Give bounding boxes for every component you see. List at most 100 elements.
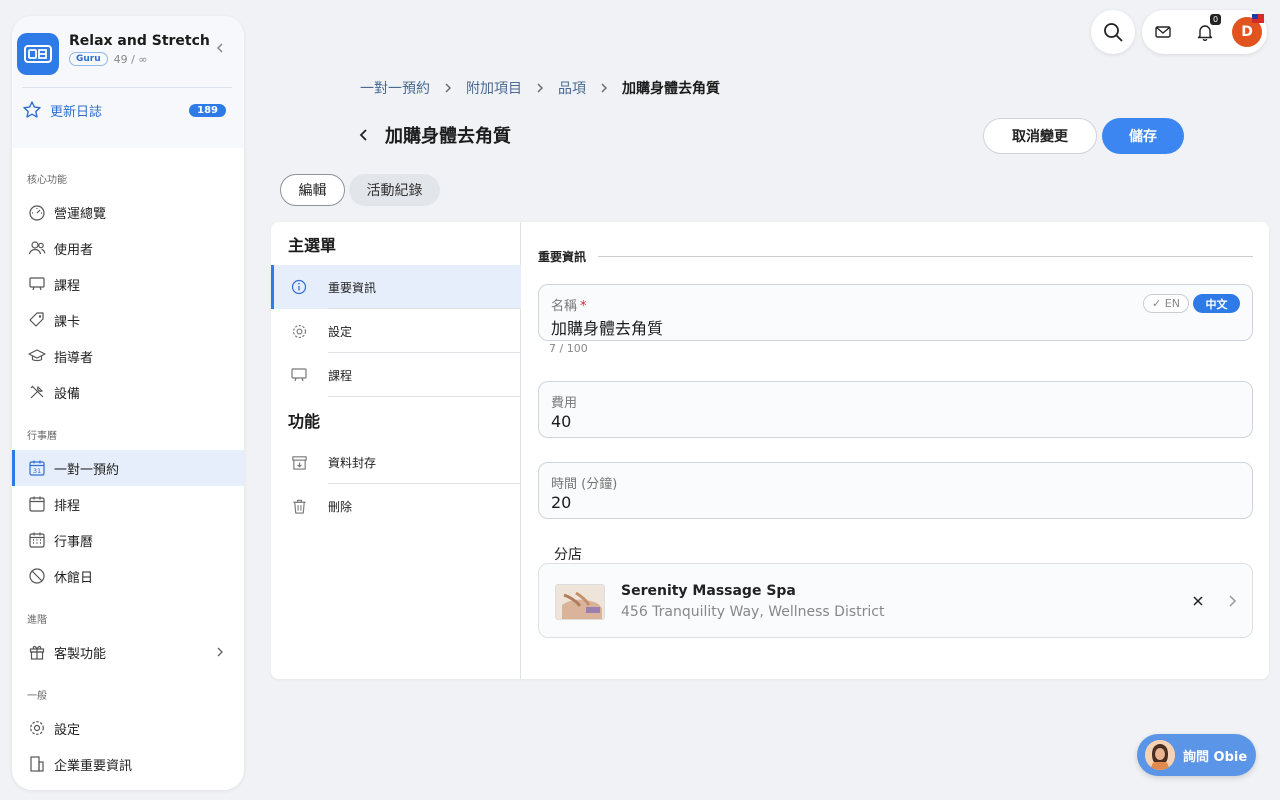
branch-card[interactable]: Serenity Massage Spa 456 Tranquility Way… [538,563,1253,638]
sidebar-item-calendar[interactable]: 行事曆 [12,522,244,558]
duration-field[interactable]: 時間 (分鐘) 20 [538,462,1253,519]
menu-item-settings[interactable]: 設定 [271,309,521,353]
org-switcher[interactable]: Relax and Stretch Guru 49 / ∞ [17,32,232,75]
calendar-grid-icon [27,530,47,550]
name-input[interactable]: 加購身體去角質 [551,315,663,339]
equipment-icon [27,382,47,402]
ask-obie-label: 詢問 Obie [1183,749,1248,765]
sidebar-label: 行事曆 [54,534,94,550]
menu-item-label: 資料封存 [328,455,377,470]
mail-icon[interactable] [1154,23,1172,41]
functions-title: 功能 [288,412,321,431]
chevron-right-icon [599,81,609,95]
notification-count: 0 [1210,14,1222,25]
sidebar-header: Relax and Stretch Guru 49 / ∞ 更新日誌 189 [12,16,244,148]
sidebar-label: 客製功能 [54,646,107,662]
breadcrumb-item[interactable]: 品項 [558,78,586,98]
sidebar-item-appointments[interactable]: 31 一對一預約 [12,450,244,486]
duration-field-label: 時間 (分鐘) [551,477,618,492]
menu-item-key-info[interactable]: 重要資訊 [271,265,521,309]
menu-item-archive[interactable]: 資料封存 [271,440,521,484]
closed-day-icon [27,566,47,586]
name-char-counter: 7 / 100 [549,342,588,355]
fee-field[interactable]: 費用 40 [538,381,1253,438]
sidebar-item-schedule[interactable]: 排程 [12,486,244,522]
tab-activity-log[interactable]: 活動紀錄 [349,174,440,206]
course-icon [27,274,47,294]
sidebar-label: 企業重要資訊 [54,758,133,774]
chevron-right-icon [214,645,226,659]
sidebar-label: 一對一預約 [54,462,120,478]
ticket-icon [27,310,47,330]
menu-item-label: 重要資訊 [328,280,377,295]
users-icon [27,238,47,258]
section-general-title: 一般 [27,691,47,702]
duration-input[interactable]: 20 [551,493,571,512]
bell-icon[interactable] [1196,23,1214,41]
section-core-title: 核心功能 [27,175,67,186]
sidebar-item-instructors[interactable]: 指導者 [12,338,244,374]
menu-item-label: 刪除 [328,499,353,514]
sidebar-label: 排程 [54,498,81,514]
search-button[interactable] [1091,10,1135,54]
building-icon [27,754,47,774]
back-arrow-icon[interactable] [357,123,371,147]
sidebar-item-business-info[interactable]: 企業重要資訊 [12,746,244,782]
lang-en-toggle[interactable]: ✓ EN [1143,294,1189,313]
org-name: Relax and Stretch [69,33,210,49]
info-icon [289,279,309,295]
section-heading: 重要資訊 [538,248,1253,265]
branch-thumbnail [555,584,605,620]
collapse-sidebar-icon[interactable] [212,40,228,56]
section-advanced-title: 進階 [27,615,47,626]
sidebar-item-users[interactable]: 使用者 [12,230,244,266]
cancel-changes-button[interactable]: 取消變更 [983,118,1097,154]
page-header: 加購身體去角質 [357,122,511,148]
ask-obie-button[interactable]: 詢問 Obie [1137,734,1256,776]
changelog-count: 189 [189,103,226,117]
breadcrumb-item[interactable]: 一對一預約 [360,78,430,98]
sidebar-item-closed-days[interactable]: 休館日 [12,558,244,594]
lang-zh-toggle[interactable]: 中文 [1193,294,1240,313]
sidebar: Relax and Stretch Guru 49 / ∞ 更新日誌 189 核… [12,16,244,790]
close-icon[interactable] [1190,593,1206,609]
calendar-31-icon: 31 [27,458,47,478]
obie-avatar [1145,740,1175,770]
menu-item-courses[interactable]: 課程 [271,353,521,397]
name-field[interactable]: 名稱 * ✓ EN 中文 加購身體去角質 [538,284,1253,341]
fee-field-label: 費用 [551,396,578,411]
gear-icon [289,323,309,340]
required-mark: * [580,299,587,314]
star-icon [22,100,42,120]
dashboard-icon [27,202,47,222]
save-button[interactable]: 儲存 [1102,118,1184,154]
section-menu: 主選單 重要資訊 設定 課程 功能 資料封存 刪除 [271,222,521,679]
chevron-right-icon [443,81,453,95]
menu-item-delete[interactable]: 刪除 [271,484,521,528]
menu-item-label: 設定 [328,324,353,339]
schedule-icon [27,494,47,514]
breadcrumb-item[interactable]: 附加項目 [466,78,522,98]
sidebar-item-equipment[interactable]: 設備 [12,374,244,410]
sidebar-label: 課卡 [54,314,81,330]
tab-edit[interactable]: 編輯 [280,174,345,206]
chevron-right-icon [535,81,545,95]
sidebar-label: 設備 [54,386,81,402]
fee-input[interactable]: 40 [551,412,571,431]
svg-text:31: 31 [33,467,41,475]
changelog-link[interactable]: 更新日誌 189 [17,88,232,132]
branch-name: Serenity Massage Spa [621,583,796,599]
sidebar-item-passes[interactable]: 課卡 [12,302,244,338]
chevron-right-icon[interactable] [1226,592,1238,610]
edit-card: 主選單 重要資訊 設定 課程 功能 資料封存 刪除 重要資訊 名稱 * ✓ EN… [271,222,1269,679]
sidebar-item-custom-features[interactable]: 客製功能 [12,634,244,670]
sidebar-label: 設定 [54,722,81,738]
branch-label: 分店 [554,547,582,563]
tabs: 編輯 活動紀錄 [280,174,444,206]
sidebar-item-dashboard[interactable]: 營運總覽 [12,194,244,230]
page-title: 加購身體去角質 [385,126,511,147]
section-calendar-title: 行事曆 [27,431,57,442]
sidebar-item-courses[interactable]: 課程 [12,266,244,302]
branch-address: 456 Tranquility Way, Wellness District [621,604,885,620]
sidebar-item-settings[interactable]: 設定 [12,710,244,746]
